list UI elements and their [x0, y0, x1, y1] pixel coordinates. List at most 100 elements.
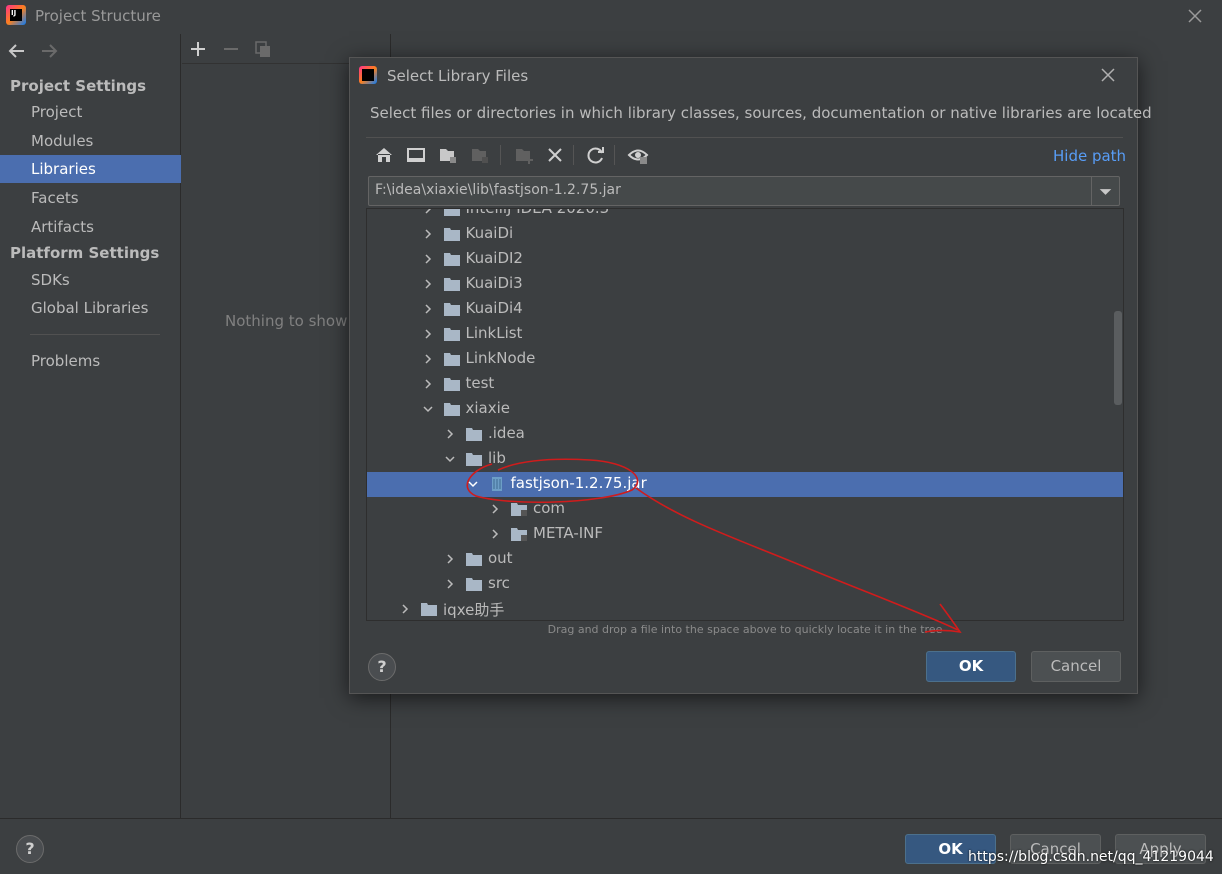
remove-icon[interactable] [220, 38, 242, 60]
tree-row-label: src [488, 574, 510, 592]
chevron-right-icon[interactable] [422, 303, 434, 315]
path-value: F:\idea\xiaxie\lib\fastjson-1.2.75.jar [375, 182, 621, 198]
tree-row[interactable]: iqxe助手 [367, 597, 1123, 620]
chevron-right-icon[interactable] [489, 528, 501, 540]
tree-row[interactable]: KuaiDi3 [367, 272, 1123, 297]
tree-row-label: test [465, 374, 495, 392]
chevron-down-icon[interactable] [444, 453, 456, 465]
jar-archive-icon [491, 477, 502, 491]
folder-icon [443, 253, 460, 266]
tree-row[interactable]: KuaiDI2 [367, 247, 1123, 272]
sidebar-item-facets[interactable]: Facets [0, 184, 181, 212]
project-directory-icon[interactable] [436, 143, 460, 167]
home-icon[interactable] [372, 143, 396, 167]
folder-icon [466, 553, 482, 566]
tree-row[interactable]: lib [367, 447, 1123, 472]
folder-icon [443, 228, 460, 241]
chevron-right-icon[interactable] [422, 253, 434, 265]
sidebar-item-artifacts[interactable]: Artifacts [0, 213, 181, 241]
tree-row-label: lib [488, 449, 506, 467]
chevron-right-icon[interactable] [422, 208, 434, 215]
sidebar-item-modules[interactable]: Modules [0, 127, 181, 155]
tree-row[interactable]: KuaiDi [367, 222, 1123, 247]
add-icon[interactable] [187, 38, 209, 60]
tree-row[interactable]: xiaxie [367, 397, 1123, 422]
dialog-ok-button[interactable]: OK [926, 651, 1016, 682]
chevron-down-icon[interactable] [422, 403, 434, 415]
sidebar-item-problems[interactable]: Problems [0, 347, 181, 375]
dialog-description: Select files or directories in which lib… [370, 104, 1152, 122]
chevron-right-icon[interactable] [422, 328, 434, 340]
folder-icon [443, 328, 460, 341]
folder-icon [443, 209, 460, 216]
sidebar-item-project[interactable]: Project [0, 98, 181, 126]
tree-row[interactable]: LinkList [367, 322, 1123, 347]
hide-path-link[interactable]: Hide path [1053, 147, 1126, 165]
folder-icon [466, 578, 482, 591]
chevron-right-icon[interactable] [399, 603, 411, 615]
tree-row-label: META-INF [533, 524, 604, 542]
watermark-text: https://blog.csdn.net/qq_41219044 [968, 849, 1214, 865]
file-tree[interactable]: iqxe助手 src out META-INF com fastjson-1.2.75.j… [366, 208, 1124, 621]
chevron-right-icon[interactable] [489, 503, 501, 515]
empty-state-text: Nothing to show [225, 312, 348, 330]
tree-row[interactable]: com [367, 497, 1123, 522]
copy-icon[interactable] [252, 38, 274, 60]
package-folder-icon [511, 503, 527, 516]
chevron-right-icon[interactable] [422, 278, 434, 290]
sidebar-item-sdks[interactable]: SDKs [0, 266, 181, 294]
project-settings-header: Project Settings [10, 77, 147, 95]
tree-row[interactable]: test [367, 372, 1123, 397]
tree-row[interactable]: fastjson-1.2.75.jar [367, 472, 1123, 497]
tree-row[interactable]: META-INF [367, 522, 1123, 547]
drop-hint-text: Drag and drop a file into the space abov… [547, 623, 943, 636]
sidebar-divider [30, 334, 160, 335]
sidebar-item-libraries[interactable]: Libraries [0, 155, 181, 183]
delete-icon[interactable] [543, 143, 567, 167]
chevron-down-icon[interactable] [467, 478, 479, 490]
intellij-logo-icon: IJ [6, 5, 26, 25]
folder-icon [443, 303, 460, 316]
intellij-logo-icon [359, 66, 377, 84]
chevron-right-icon[interactable] [444, 428, 456, 440]
help-button[interactable]: ? [16, 835, 44, 863]
desktop-icon[interactable] [404, 143, 428, 167]
sidebar-item-global-libraries[interactable]: Global Libraries [0, 294, 181, 322]
tree-row[interactable]: src [367, 572, 1123, 597]
window-title: Project Structure [35, 7, 161, 25]
show-hidden-files-icon[interactable] [626, 143, 650, 167]
window-close-icon[interactable] [1184, 5, 1206, 27]
tree-row[interactable]: .idea [367, 422, 1123, 447]
back-arrow-icon[interactable] [6, 40, 28, 62]
tree-row-label: iqxe助手 [443, 601, 505, 619]
dialog-cancel-button[interactable]: Cancel [1031, 651, 1121, 682]
tree-scrollbar[interactable] [1114, 311, 1122, 405]
chevron-right-icon[interactable] [444, 553, 456, 565]
tree-row-label: KuaiDi3 [465, 274, 523, 292]
chevron-right-icon[interactable] [422, 378, 434, 390]
dialog-title: Select Library Files [387, 67, 529, 85]
chevron-right-icon[interactable] [444, 578, 456, 590]
folder-icon [443, 403, 460, 416]
folder-icon [466, 453, 482, 466]
dialog-help-button[interactable]: ? [368, 653, 396, 681]
forward-arrow-icon[interactable] [38, 40, 60, 62]
path-dropdown-arrow-icon[interactable] [1091, 177, 1119, 205]
tree-row[interactable]: LinkNode [367, 347, 1123, 372]
tree-row-label: LinkList [465, 324, 523, 342]
tree-row[interactable]: out [367, 547, 1123, 572]
dialog-close-icon[interactable] [1098, 65, 1118, 85]
platform-settings-header: Platform Settings [10, 244, 160, 262]
tree-row-label: IntelliJ IDEA 2020.3 [465, 208, 610, 217]
chevron-right-icon[interactable] [422, 228, 434, 240]
tree-row[interactable]: IntelliJ IDEA 2020.3 [367, 208, 1123, 222]
folder-icon [466, 428, 482, 441]
tree-row-label: fastjson-1.2.75.jar [510, 474, 647, 492]
module-directory-icon[interactable] [468, 143, 492, 167]
new-folder-icon[interactable] [512, 143, 536, 167]
chevron-right-icon[interactable] [422, 353, 434, 365]
path-field[interactable]: F:\idea\xiaxie\lib\fastjson-1.2.75.jar [368, 176, 1120, 206]
tree-row[interactable]: KuaiDi4 [367, 297, 1123, 322]
refresh-icon[interactable] [584, 143, 608, 167]
toolbar-separator [614, 145, 615, 165]
